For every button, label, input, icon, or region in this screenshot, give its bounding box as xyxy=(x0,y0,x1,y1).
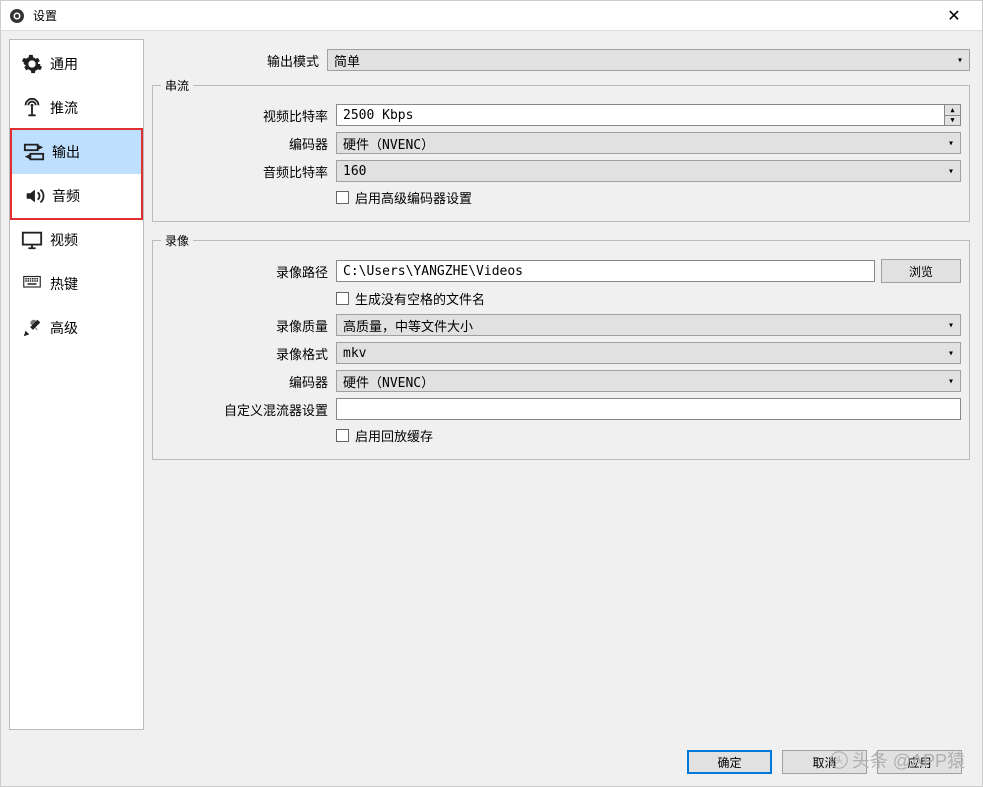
checkbox-icon xyxy=(336,292,349,305)
gear-icon xyxy=(18,52,46,76)
main-panel: 输出模式 简单 串流 视频比特率 2500 Kbps ▲▼ xyxy=(152,39,974,730)
output-mode-select[interactable]: 简单 xyxy=(327,49,970,71)
record-quality-select[interactable]: 高质量，中等文件大小 xyxy=(336,314,961,336)
apply-button[interactable]: 应用 xyxy=(877,750,962,774)
video-bitrate-label: 视频比特率 xyxy=(161,106,336,125)
keyboard-icon xyxy=(18,272,46,296)
sidebar-item-advanced[interactable]: 高级 xyxy=(10,306,143,350)
sidebar-item-label: 热键 xyxy=(50,274,78,294)
ok-button[interactable]: 确定 xyxy=(687,750,772,774)
audio-bitrate-label: 音频比特率 xyxy=(161,162,336,181)
record-encoder-select[interactable]: 硬件（NVENC） xyxy=(336,370,961,392)
monitor-icon xyxy=(18,228,46,252)
sidebar-item-label: 高级 xyxy=(50,318,78,338)
sidebar-item-hotkeys[interactable]: 热键 xyxy=(10,262,143,306)
record-format-select[interactable]: mkv xyxy=(336,342,961,364)
sidebar-item-label: 推流 xyxy=(50,98,78,118)
stream-group: 串流 视频比特率 2500 Kbps ▲▼ 编码器 硬件（NVENC） xyxy=(152,85,970,222)
checkbox-icon xyxy=(336,429,349,442)
record-path-input[interactable] xyxy=(336,260,875,282)
cancel-button[interactable]: 取消 xyxy=(782,750,867,774)
replay-buffer-checkbox[interactable]: 启用回放缓存 xyxy=(336,426,433,445)
record-path-label: 录像路径 xyxy=(161,262,336,281)
output-icon xyxy=(20,140,48,164)
muxer-label: 自定义混流器设置 xyxy=(161,400,336,419)
sidebar-item-general[interactable]: 通用 xyxy=(10,42,143,86)
advanced-encoder-checkbox[interactable]: 启用高级编码器设置 xyxy=(336,188,472,207)
browse-button[interactable]: 浏览 xyxy=(881,259,961,283)
sidebar-item-label: 视频 xyxy=(50,230,78,250)
sidebar-item-label: 输出 xyxy=(52,142,80,162)
sidebar-item-stream[interactable]: 推流 xyxy=(10,86,143,130)
record-legend: 录像 xyxy=(161,232,193,249)
window-title: 设置 xyxy=(33,7,934,24)
sidebar-item-video[interactable]: 视频 xyxy=(10,218,143,262)
tools-icon xyxy=(18,316,46,340)
stream-encoder-label: 编码器 xyxy=(161,134,336,153)
muxer-input[interactable] xyxy=(336,398,961,420)
record-group: 录像 录像路径 浏览 生成没有空格的文件名 xyxy=(152,240,970,460)
highlight-group: 输出 音频 xyxy=(10,128,143,220)
checkbox-icon xyxy=(336,191,349,204)
button-bar: 确定 取消 应用 xyxy=(1,738,982,786)
sidebar-item-label: 通用 xyxy=(50,54,78,74)
spin-up-icon[interactable]: ▲ xyxy=(944,105,960,116)
sidebar: 通用 推流 输出 音频 视频 xyxy=(9,39,144,730)
spin-down-icon[interactable]: ▼ xyxy=(944,116,960,126)
record-format-label: 录像格式 xyxy=(161,344,336,363)
sidebar-item-output[interactable]: 输出 xyxy=(12,130,141,174)
antenna-icon xyxy=(18,96,46,120)
stream-encoder-select[interactable]: 硬件（NVENC） xyxy=(336,132,961,154)
close-button[interactable]: ✕ xyxy=(934,6,974,26)
stream-legend: 串流 xyxy=(161,77,193,94)
output-mode-label: 输出模式 xyxy=(152,51,327,70)
record-encoder-label: 编码器 xyxy=(161,372,336,391)
video-bitrate-input[interactable]: 2500 Kbps ▲▼ xyxy=(336,104,961,126)
sidebar-item-label: 音频 xyxy=(52,186,80,206)
speaker-icon xyxy=(20,184,48,208)
titlebar: 设置 ✕ xyxy=(1,1,982,31)
app-icon xyxy=(9,8,25,24)
record-quality-label: 录像质量 xyxy=(161,316,336,335)
nospace-checkbox[interactable]: 生成没有空格的文件名 xyxy=(336,289,485,308)
sidebar-item-audio[interactable]: 音频 xyxy=(12,174,141,218)
audio-bitrate-select[interactable]: 160 xyxy=(336,160,961,182)
